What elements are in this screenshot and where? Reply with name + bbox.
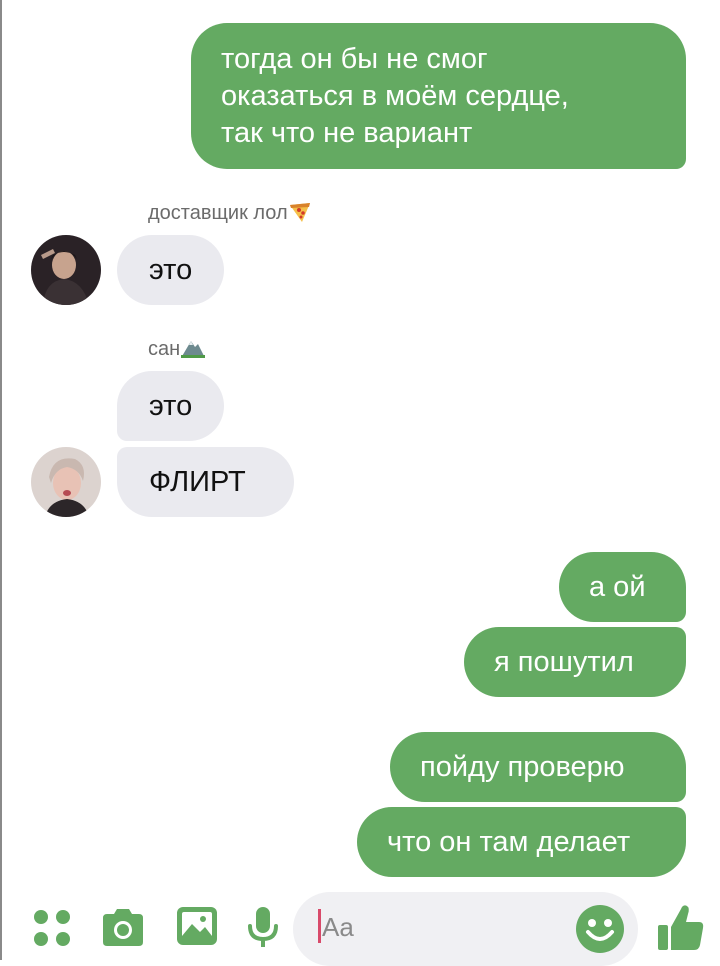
- incoming-message[interactable]: это: [117, 371, 224, 441]
- message-input-placeholder: Aa: [322, 912, 354, 942]
- outgoing-message[interactable]: пойду проверю: [390, 732, 686, 802]
- gallery-icon[interactable]: [176, 906, 218, 946]
- sender-name: сан: [148, 337, 206, 361]
- sender-name-text: доставщик лол: [148, 202, 288, 224]
- message-text: я пошутил: [494, 645, 634, 678]
- incoming-message[interactable]: ФЛИРТ: [117, 447, 294, 517]
- message-line: так что не вариант: [221, 116, 473, 149]
- thumbs-up-icon[interactable]: [657, 903, 705, 951]
- outgoing-message[interactable]: тогда он бы не смог оказаться в моём сер…: [191, 23, 686, 169]
- message-text: пойду проверю: [420, 750, 625, 783]
- microphone-icon[interactable]: [247, 906, 279, 948]
- sender-name: доставщик лол: [148, 201, 312, 225]
- mountain-emoji-icon: [181, 341, 206, 358]
- text-cursor: [318, 909, 321, 943]
- message-text: это: [149, 389, 193, 422]
- message-line: тогда он бы не смог: [221, 42, 488, 75]
- message-text: а ой: [589, 570, 646, 603]
- message-input[interactable]: Aa: [293, 892, 638, 966]
- avatar[interactable]: [31, 447, 101, 517]
- message-text: ФЛИРТ: [149, 465, 246, 498]
- outgoing-message[interactable]: я пошутил: [464, 627, 686, 697]
- window-edge: [0, 0, 2, 960]
- emoji-icon[interactable]: [575, 904, 625, 954]
- pizza-emoji-icon: [289, 203, 310, 222]
- outgoing-message[interactable]: что он там делает: [357, 807, 686, 877]
- avatar[interactable]: [31, 235, 101, 305]
- message-line: оказаться в моём сердце,: [221, 79, 569, 112]
- camera-icon[interactable]: [99, 908, 147, 948]
- message-text: что он там делает: [387, 825, 631, 858]
- message-text: это: [149, 253, 193, 286]
- incoming-message[interactable]: это: [117, 235, 224, 305]
- sender-name-text: сан: [148, 338, 181, 360]
- outgoing-message[interactable]: а ой: [559, 552, 686, 622]
- menu-dots-icon[interactable]: [32, 908, 72, 948]
